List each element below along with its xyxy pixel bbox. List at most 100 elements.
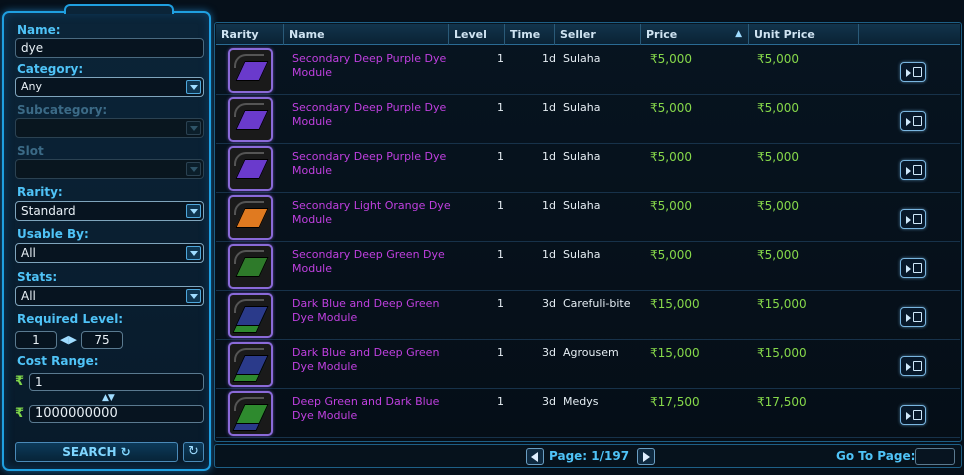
item-name[interactable]: Secondary Light Orange Dye Module xyxy=(292,199,452,227)
results-table: Rarity Name Level Time Seller Price ▲ Un… xyxy=(214,22,962,442)
pager-bar: Page: 1/197 Go To Page: xyxy=(214,444,962,468)
rarity-dropdown[interactable]: Standard xyxy=(15,201,204,221)
goto-page-input[interactable] xyxy=(915,448,955,465)
item-time: 1d xyxy=(542,52,556,65)
subcategory-dropdown[interactable] xyxy=(15,118,204,138)
item-price: ₹15,000 xyxy=(650,297,700,311)
item-seller: Medys xyxy=(563,395,599,408)
column-header-unit-price[interactable]: Unit Price xyxy=(749,24,859,45)
previous-page-icon[interactable] xyxy=(526,448,544,465)
item-name[interactable]: Secondary Deep Green Dye Module xyxy=(292,248,452,276)
required-level-label: Required Level: xyxy=(17,312,124,326)
category-dropdown[interactable]: Any xyxy=(15,77,204,97)
item-seller: Sulaha xyxy=(563,248,601,261)
item-price: ₹5,000 xyxy=(650,248,692,262)
goto-page-label: Go To Page: xyxy=(836,449,916,463)
column-header-seller[interactable]: Seller xyxy=(555,24,641,45)
item-seller: Sulaha xyxy=(563,101,601,114)
table-row[interactable]: Secondary Deep Purple Dye Module 1 1d Sulah… xyxy=(216,95,960,144)
buy-item-button[interactable] xyxy=(900,160,926,180)
play-icon xyxy=(906,216,911,224)
buy-item-button[interactable] xyxy=(900,405,926,425)
item-time: 1d xyxy=(542,199,556,212)
buy-item-button[interactable] xyxy=(900,209,926,229)
dye-module-icon[interactable] xyxy=(228,391,273,436)
column-header-time[interactable]: Time xyxy=(505,24,555,45)
table-row[interactable]: Dark Blue and Deep Green Dye Module 1 3d Ca… xyxy=(216,291,960,340)
item-level: 1 xyxy=(497,150,504,163)
cargo-cube-icon xyxy=(913,165,922,175)
item-price: ₹5,000 xyxy=(650,199,692,213)
item-seller: Sulaha xyxy=(563,199,601,212)
item-time: 1d xyxy=(542,101,556,114)
dye-module-icon[interactable] xyxy=(228,293,273,338)
dye-module-icon[interactable] xyxy=(228,97,273,142)
play-icon xyxy=(906,363,911,371)
chevron-down-icon[interactable] xyxy=(186,204,201,218)
item-unit-price: ₹5,000 xyxy=(757,248,799,262)
table-row[interactable]: Secondary Deep Purple Dye Module 1 1d Sulah… xyxy=(216,46,960,95)
page-indicator: Page: 1/197 xyxy=(549,449,630,463)
item-name[interactable]: Dark Blue and Deep Green Dye Module xyxy=(292,297,452,325)
level-min-input[interactable]: 1 xyxy=(15,331,57,349)
stats-dropdown[interactable]: All xyxy=(15,286,204,306)
chevron-down-icon[interactable] xyxy=(186,246,201,260)
item-unit-price: ₹17,500 xyxy=(757,395,807,409)
item-seller: Agrousem xyxy=(563,346,619,359)
cost-min-input[interactable]: 1 xyxy=(29,373,204,391)
item-name[interactable]: Secondary Deep Purple Dye Module xyxy=(292,150,452,178)
item-name[interactable]: Secondary Deep Purple Dye Module xyxy=(292,101,452,129)
column-header-actions xyxy=(859,24,960,45)
item-name[interactable]: Deep Green and Dark Blue Dye Module xyxy=(292,395,452,423)
cost-max-input[interactable]: 1000000000 xyxy=(29,405,204,423)
item-unit-price: ₹15,000 xyxy=(757,297,807,311)
cargo-cube-icon xyxy=(913,410,922,420)
table-row[interactable]: Secondary Light Orange Dye Module 1 1d Sula… xyxy=(216,193,960,242)
table-row[interactable]: Secondary Deep Purple Dye Module 1 1d Sulah… xyxy=(216,144,960,193)
item-seller: Carefuli-bite xyxy=(563,297,631,310)
credit-icon: ₹ xyxy=(15,374,25,389)
table-row[interactable]: Dark Blue and Deep Green Dye Module 1 3d Ag… xyxy=(216,340,960,389)
item-time: 1d xyxy=(542,150,556,163)
column-header-level[interactable]: Level xyxy=(449,24,505,45)
credit-icon: ₹ xyxy=(15,406,25,421)
column-header-name[interactable]: Name xyxy=(284,24,449,45)
chevron-down-icon[interactable] xyxy=(186,80,201,94)
name-input[interactable]: dye xyxy=(15,38,204,58)
dye-module-icon[interactable] xyxy=(228,244,273,289)
usable-by-dropdown[interactable]: All xyxy=(15,243,204,263)
dye-module-icon[interactable] xyxy=(228,146,273,191)
next-page-icon[interactable] xyxy=(637,448,655,465)
buy-item-button[interactable] xyxy=(900,356,926,376)
item-price: ₹5,000 xyxy=(650,150,692,164)
usable-by-value: All xyxy=(21,246,36,260)
item-time: 1d xyxy=(542,248,556,261)
cost-range-label: Cost Range: xyxy=(17,354,99,368)
sort-ascending-icon: ▲ xyxy=(735,29,742,39)
table-row[interactable]: Secondary Deep Green Dye Module 1 1d Sulaha… xyxy=(216,242,960,291)
name-label: Name: xyxy=(17,23,61,37)
item-seller: Sulaha xyxy=(563,150,601,163)
reset-icon[interactable]: ↻ xyxy=(183,442,204,462)
buy-item-button[interactable] xyxy=(900,62,926,82)
chevron-down-icon[interactable] xyxy=(186,289,201,303)
dye-module-icon[interactable] xyxy=(228,195,273,240)
item-name[interactable]: Dark Blue and Deep Green Dye Module xyxy=(292,346,452,374)
buy-item-button[interactable] xyxy=(900,258,926,278)
dye-module-icon[interactable] xyxy=(228,48,273,93)
item-time: 3d xyxy=(542,346,556,359)
column-header-rarity[interactable]: Rarity xyxy=(216,24,284,45)
buy-item-button[interactable] xyxy=(900,307,926,327)
play-icon xyxy=(906,118,911,126)
item-time: 3d xyxy=(542,297,556,310)
search-button[interactable]: SEARCH ↻ xyxy=(15,442,178,462)
item-name[interactable]: Secondary Deep Purple Dye Module xyxy=(292,52,452,80)
level-max-input[interactable]: 75 xyxy=(81,331,123,349)
dye-module-icon[interactable] xyxy=(228,342,273,387)
column-header-price[interactable]: Price ▲ xyxy=(641,24,749,45)
buy-item-button[interactable] xyxy=(900,111,926,131)
table-row[interactable]: Deep Green and Dark Blue Dye Module 1 3d Me… xyxy=(216,389,960,438)
table-header: Rarity Name Level Time Seller Price ▲ Un… xyxy=(216,24,960,45)
slot-dropdown[interactable] xyxy=(15,159,204,179)
item-unit-price: ₹5,000 xyxy=(757,101,799,115)
